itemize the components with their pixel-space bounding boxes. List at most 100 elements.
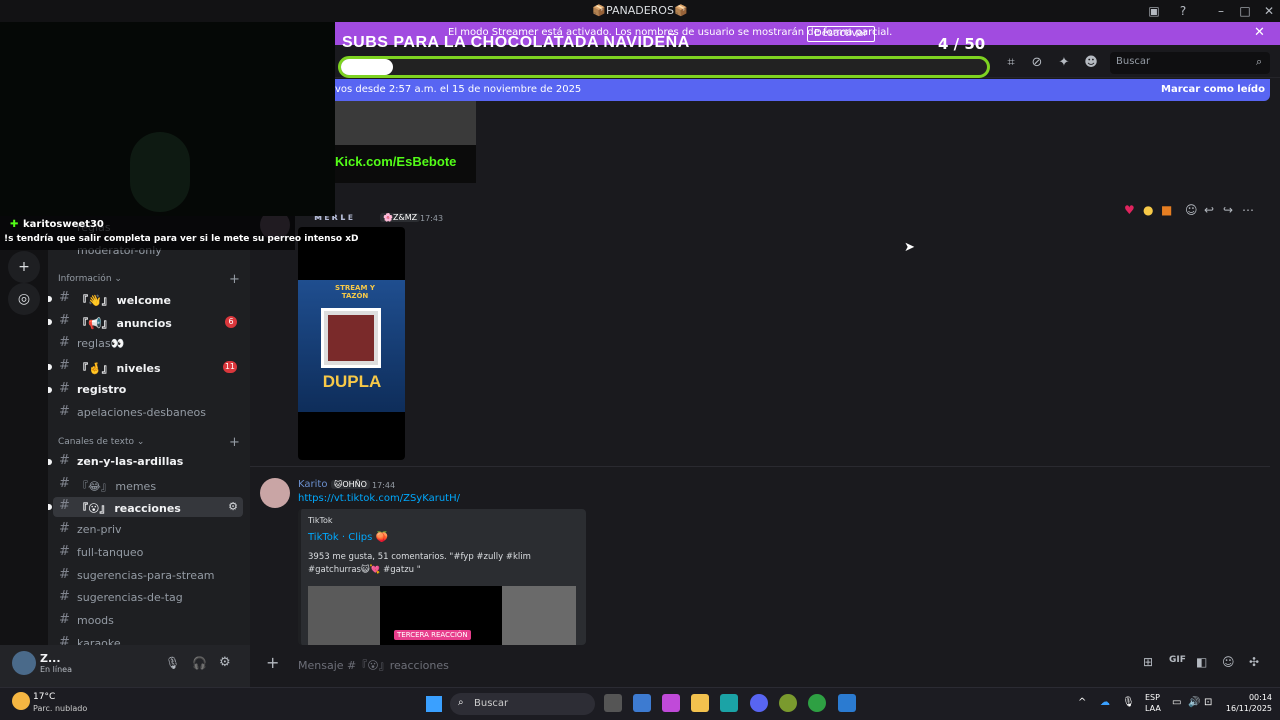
channel-reglas[interactable]: # reglas👀	[53, 334, 243, 354]
app-icon[interactable]	[779, 694, 797, 712]
headphones-icon[interactable]: 🎧	[192, 656, 207, 670]
gift-icon[interactable]: ⊞	[1143, 655, 1153, 669]
store-icon[interactable]	[633, 694, 651, 712]
emoji-reaction[interactable]: ●	[1143, 203, 1153, 217]
channel-memes[interactable]: # 『😂』 memes	[53, 475, 243, 495]
hash-icon: #	[59, 403, 70, 419]
emoji-icon[interactable]: ☺	[1222, 655, 1235, 669]
close-icon[interactable]: ✕	[1254, 25, 1265, 40]
discord-icon[interactable]	[750, 694, 768, 712]
avatar[interactable]	[260, 478, 290, 508]
folder-icon[interactable]	[691, 694, 709, 712]
message-time: 17:44	[372, 481, 396, 490]
user-status: En línea	[40, 665, 73, 674]
add-server-icon[interactable]: +	[8, 251, 40, 283]
channel-settings-icon[interactable]: ⚙	[228, 500, 238, 513]
channel-apelaciones-desbaneos[interactable]: # apelaciones-desbaneos	[53, 403, 243, 423]
edge-icon[interactable]	[720, 694, 738, 712]
channel-anuncios[interactable]: # 『📢』 anuncios 6	[48, 312, 243, 332]
hash-icon: #	[59, 335, 70, 351]
channel-label: 『🤞』 niveles	[77, 360, 161, 376]
channel-name: sugerencias-de-tag	[77, 591, 183, 605]
channel-name: memes	[115, 479, 157, 493]
minimize-button[interactable]: –	[1210, 2, 1232, 20]
category-header[interactable]: Canales de texto ⌄	[58, 437, 144, 447]
channel-full-tanqueo[interactable]: # full-tanqueo	[53, 543, 243, 563]
message-author[interactable]: Karito	[298, 479, 327, 490]
apps-icon[interactable]: ✣	[1249, 655, 1259, 669]
heart-reaction[interactable]: ♥	[1124, 203, 1135, 217]
reply-icon[interactable]: ↩	[1204, 203, 1214, 217]
task-view-icon[interactable]	[604, 694, 622, 712]
channel-name: welcome	[116, 294, 171, 307]
category-header[interactable]: Información ⌄	[58, 274, 122, 284]
create-channel-icon[interactable]: +	[229, 272, 240, 287]
channel-label: zen-y-las-ardillas	[77, 455, 183, 468]
new-messages-text: vos desde 2:57 a.m. el 15 de noviembre d…	[335, 84, 582, 95]
avatar[interactable]	[12, 651, 36, 675]
channel-welcome[interactable]: # 『👋』 welcome	[48, 289, 243, 309]
mic-tray-icon[interactable]: 🎙	[1122, 697, 1135, 708]
channel-label: zen-priv	[77, 523, 122, 536]
guild-tag: 🐱OHÑO	[331, 480, 370, 489]
help-icon[interactable]: ?	[1172, 2, 1194, 20]
tray-expand-icon[interactable]: ^	[1078, 697, 1086, 708]
image-caption: Kick.com/EsBebote	[335, 154, 457, 169]
message-image[interactable]: Kick.com/EsBebote	[335, 101, 476, 183]
embed-title[interactable]: TikTok · Clips 🍑	[308, 532, 388, 543]
start-icon[interactable]	[426, 696, 442, 712]
chevron-down-icon: ⌄	[134, 437, 145, 447]
microphone-icon[interactable]: 🎙	[165, 656, 180, 670]
threads-icon[interactable]: ⌗	[1003, 55, 1019, 71]
embed-description: 3953 me gusta, 51 comentarios. "#fyp #zu…	[308, 552, 531, 575]
battery-icon[interactable]: ⊡	[1204, 697, 1212, 708]
deactivate-button[interactable]: Desactivar	[807, 26, 875, 42]
taskbar-search[interactable]	[450, 693, 595, 715]
close-window-button[interactable]: ✕	[1258, 2, 1280, 20]
channel-registro[interactable]: # registro	[48, 380, 243, 400]
channel-label: 『📢』 anuncios	[77, 315, 172, 331]
mute-icon[interactable]: ⊘	[1029, 55, 1045, 71]
weather-icon[interactable]	[12, 692, 30, 710]
network-icon[interactable]: ▭	[1172, 697, 1181, 708]
hash-icon: #	[59, 380, 70, 396]
maximize-button[interactable]: □	[1234, 2, 1256, 20]
mark-read-button[interactable]: Marcar como leído	[1161, 84, 1265, 95]
emoji-reaction-2[interactable]: ■	[1161, 203, 1172, 217]
channel-moods[interactable]: # moods	[53, 611, 243, 631]
channel-label: apelaciones-desbaneos	[77, 406, 206, 419]
members-icon[interactable]: ☻	[1083, 55, 1099, 71]
channel-zen-priv[interactable]: # zen-priv	[53, 520, 243, 540]
channel-sugerencias-de-tag[interactable]: # sugerencias-de-tag	[53, 588, 243, 608]
more-icon[interactable]: ⋯	[1242, 203, 1254, 217]
plus-icon[interactable]: +	[266, 653, 279, 672]
sticker-icon[interactable]: ◧	[1196, 655, 1207, 669]
channel-sugerencias-para-stream[interactable]: # sugerencias-para-stream	[53, 566, 243, 586]
language[interactable]: ESP	[1145, 693, 1160, 702]
onedrive-icon[interactable]: ☁	[1100, 697, 1110, 708]
channel-niveles[interactable]: # 『🤞』 niveles 11	[48, 357, 243, 377]
chrome-icon[interactable]	[808, 694, 826, 712]
inbox-icon[interactable]: ▣	[1143, 2, 1165, 20]
settings-gear-icon[interactable]: ⚙	[219, 655, 231, 670]
gif-icon[interactable]: GIF	[1169, 655, 1186, 665]
clock-time[interactable]: 00:14	[1232, 693, 1272, 702]
app-icon-2[interactable]	[838, 694, 856, 712]
pin-icon[interactable]: ✦	[1056, 55, 1072, 71]
forward-icon[interactable]: ↪	[1223, 203, 1233, 217]
volume-icon[interactable]: 🔊	[1188, 697, 1200, 708]
channel-reacciones[interactable]: # 『😮』 reacciones ⚙	[48, 497, 243, 518]
message-link[interactable]: https://vt.tiktok.com/ZSyKarutH/	[298, 493, 460, 504]
discover-icon[interactable]: ◎	[8, 283, 40, 315]
copilot-icon[interactable]	[662, 694, 680, 712]
channel-zen-y-las-ardillas[interactable]: # zen-y-las-ardillas	[48, 452, 243, 472]
composer-placeholder: Mensaje #『😮』reacciones	[298, 659, 449, 672]
video-embed[interactable]: STREAM Y TAZÓN DUPLA	[298, 227, 405, 460]
add-reaction-icon[interactable]: ☺	[1185, 203, 1198, 217]
create-channel-icon[interactable]: +	[229, 435, 240, 450]
chat-user: karitosweet30	[23, 219, 104, 230]
hash-icon: #	[59, 521, 70, 537]
channel-label: 『😮』 reacciones	[77, 500, 181, 516]
embed-thumbnail[interactable]: TERCERA REACCIÓN	[308, 586, 576, 645]
guild-tag-label: Z&MZ	[392, 213, 418, 222]
